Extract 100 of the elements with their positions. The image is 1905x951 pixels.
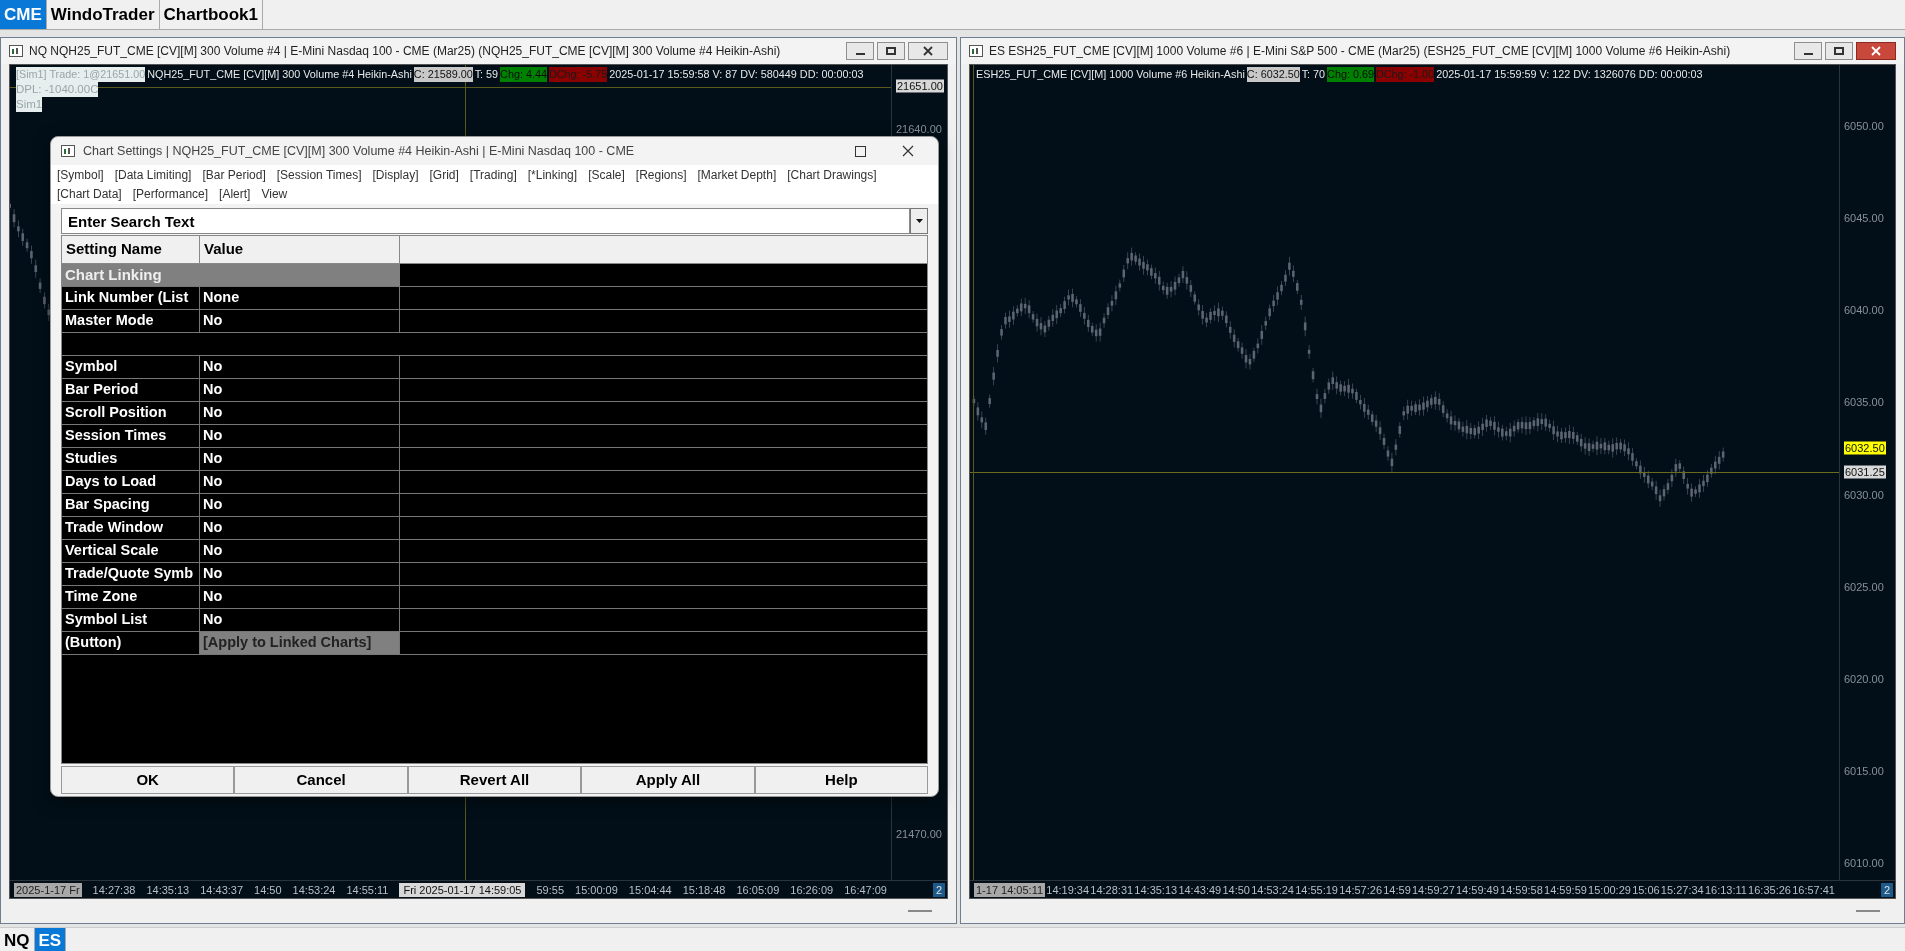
setting-name-cell: Bar Spacing (62, 494, 200, 516)
time-label: 59:55 (536, 882, 564, 897)
setting-value-cell[interactable]: None (200, 287, 400, 309)
time-label: 14:43:37 (200, 882, 244, 897)
minimize-button[interactable] (846, 42, 874, 60)
setting-name-cell: Scroll Position (62, 402, 200, 424)
time-label: 14:55:19 (1295, 882, 1338, 897)
setting-name-cell: Days to Load (62, 471, 200, 493)
tab[interactable]: CME (0, 0, 47, 29)
setting-value-cell[interactable]: No (200, 563, 400, 585)
price-label: 6031.25 (1844, 465, 1886, 479)
setting-value-cell[interactable]: No (200, 494, 400, 516)
menu-link[interactable]: [Chart Data] (57, 185, 122, 203)
time-label: 14:59:49 (1456, 882, 1499, 897)
minimize-button[interactable] (1794, 42, 1822, 60)
menu-link[interactable]: [Bar Period] (202, 166, 266, 184)
menu-link[interactable]: [Market Depth] (697, 166, 777, 184)
time-label: 15:00:09 (575, 882, 618, 897)
maximize-icon (854, 145, 866, 157)
price-label: 21640.00 (896, 122, 942, 136)
menu-link[interactable]: [Session Times] (276, 166, 362, 184)
time-label: 14:59:27 (1411, 882, 1455, 897)
column-header: Value (200, 236, 400, 263)
window-title: NQ NQH25_FUT_CME [CV][M] 300 Volume #4 | E-Mini Nasdaq 100 - CME (Mar25) (NQH25_FUT_CME [CV][M] 300 Volume #4 Heikin-Ashi) (29, 43, 781, 60)
restore-button[interactable] (877, 42, 905, 60)
setting-value-cell[interactable]: No (200, 540, 400, 562)
close-button[interactable] (1856, 42, 1896, 60)
scroll-thumb[interactable] (908, 910, 932, 912)
chart-window-icon (969, 45, 983, 57)
time-label: 14:53:24 (292, 882, 336, 897)
dialog-button[interactable]: Help (754, 766, 929, 794)
setting-value-cell[interactable]: No (200, 356, 400, 378)
chart-count-badge: 2 (1880, 882, 1893, 897)
setting-value-cell[interactable]: No (200, 609, 400, 631)
chart-info-text: 2025-01-17 15:59:59 V: 122 DV: 1326076 DD: 00:00:03 (1436, 67, 1703, 82)
time-label: 15:06 (1632, 882, 1660, 897)
dialog-button[interactable]: Cancel (234, 766, 408, 794)
price-label: 21651.00 (896, 79, 944, 93)
chart-info-text: T: 59 (474, 67, 499, 82)
time-label: 14:50 (1222, 882, 1250, 897)
menu-link[interactable]: [Trading] (469, 166, 517, 184)
menu-link[interactable]: [Chart Drawings] (787, 166, 877, 184)
setting-value-cell[interactable]: No (200, 425, 400, 447)
menu-link[interactable]: [Scale] (588, 166, 625, 184)
time-label: 14:28:31 (1090, 882, 1134, 897)
time-label: 14:35:13 (146, 882, 190, 897)
time-label: 14:43:49 (1178, 882, 1222, 897)
tab[interactable]: ES (34, 928, 67, 951)
setting-name-cell: Vertical Scale (62, 540, 200, 562)
dialog-button[interactable]: OK (61, 766, 235, 794)
dropdown-button[interactable] (910, 208, 928, 234)
menu-link[interactable]: [Symbol] (57, 166, 104, 184)
time-label: 14:35:13 (1134, 882, 1178, 897)
menu-link[interactable]: [Regions] (635, 166, 687, 184)
setting-name-cell: Link Number (List (62, 287, 200, 309)
time-label: 14:50 (254, 882, 282, 897)
minimize-icon (1803, 52, 1813, 55)
close-icon (923, 46, 933, 56)
price-label: 6032.50 (1844, 441, 1886, 455)
menu-link[interactable]: [Data Limiting] (114, 166, 192, 184)
time-label: 14:19:34 (1046, 882, 1090, 897)
time-label: 16:13:11 (1704, 882, 1747, 897)
menu-link[interactable]: [Grid] (429, 166, 459, 184)
chart-info-text: DPL: -1040.00C (16, 82, 99, 97)
time-label: 14:57:26 (1339, 882, 1383, 897)
minimize-icon (855, 52, 865, 55)
price-label: 21470.00 (896, 827, 942, 841)
setting-value-cell[interactable]: No (200, 379, 400, 401)
window-title: ES ESH25_FUT_CME [CV][M] 1000 Volume #6 | E-Mini S&P 500 - CME (Mar25) (ESH25_FUT_CME [CV][M] 1000 Volume #6 Heikin-Ashi) (989, 43, 1731, 60)
time-label: 14:53:24 (1251, 882, 1294, 897)
setting-value-cell[interactable]: No (200, 310, 400, 332)
dialog-button[interactable]: Apply All (581, 766, 755, 794)
restore-icon (886, 47, 896, 55)
price-label: 6040.00 (1844, 303, 1884, 317)
restore-button[interactable] (1825, 42, 1853, 60)
menu-link[interactable]: [Display] (372, 166, 419, 184)
price-label: 6010.00 (1844, 856, 1884, 870)
time-label: 1-17 14:05:11 (974, 882, 1046, 897)
price-label: 6045.00 (1844, 211, 1884, 225)
chart-count-badge: 2 (932, 882, 945, 897)
time-label: 14:55:11 (346, 882, 389, 897)
apply-linked-charts-button[interactable]: [Apply to Linked Charts] (200, 632, 400, 654)
menu-link[interactable]: [*Linking] (527, 166, 578, 184)
close-button[interactable] (908, 42, 948, 60)
search-field[interactable]: Enter Search Text (61, 208, 910, 234)
setting-value-cell[interactable]: No (200, 402, 400, 424)
setting-value-cell[interactable]: No (200, 471, 400, 493)
close-icon (1871, 46, 1881, 56)
chart-info-text: [Sim1] Trade: 1@21651.00 (16, 67, 146, 82)
menu-link[interactable]: View (261, 185, 288, 203)
menu-link[interactable]: [Performance] (132, 185, 209, 203)
setting-name-cell: Time Zone (62, 586, 200, 608)
scroll-thumb[interactable] (1856, 910, 1880, 912)
setting-value-cell[interactable]: No (200, 448, 400, 470)
time-label: 16:05:09 (736, 882, 780, 897)
setting-value-cell[interactable]: No (200, 586, 400, 608)
setting-value-cell[interactable]: No (200, 517, 400, 539)
menu-link[interactable]: [Alert] (219, 185, 251, 203)
time-label: 16:57:41 (1792, 882, 1835, 897)
dialog-button[interactable]: Revert All (407, 766, 582, 794)
